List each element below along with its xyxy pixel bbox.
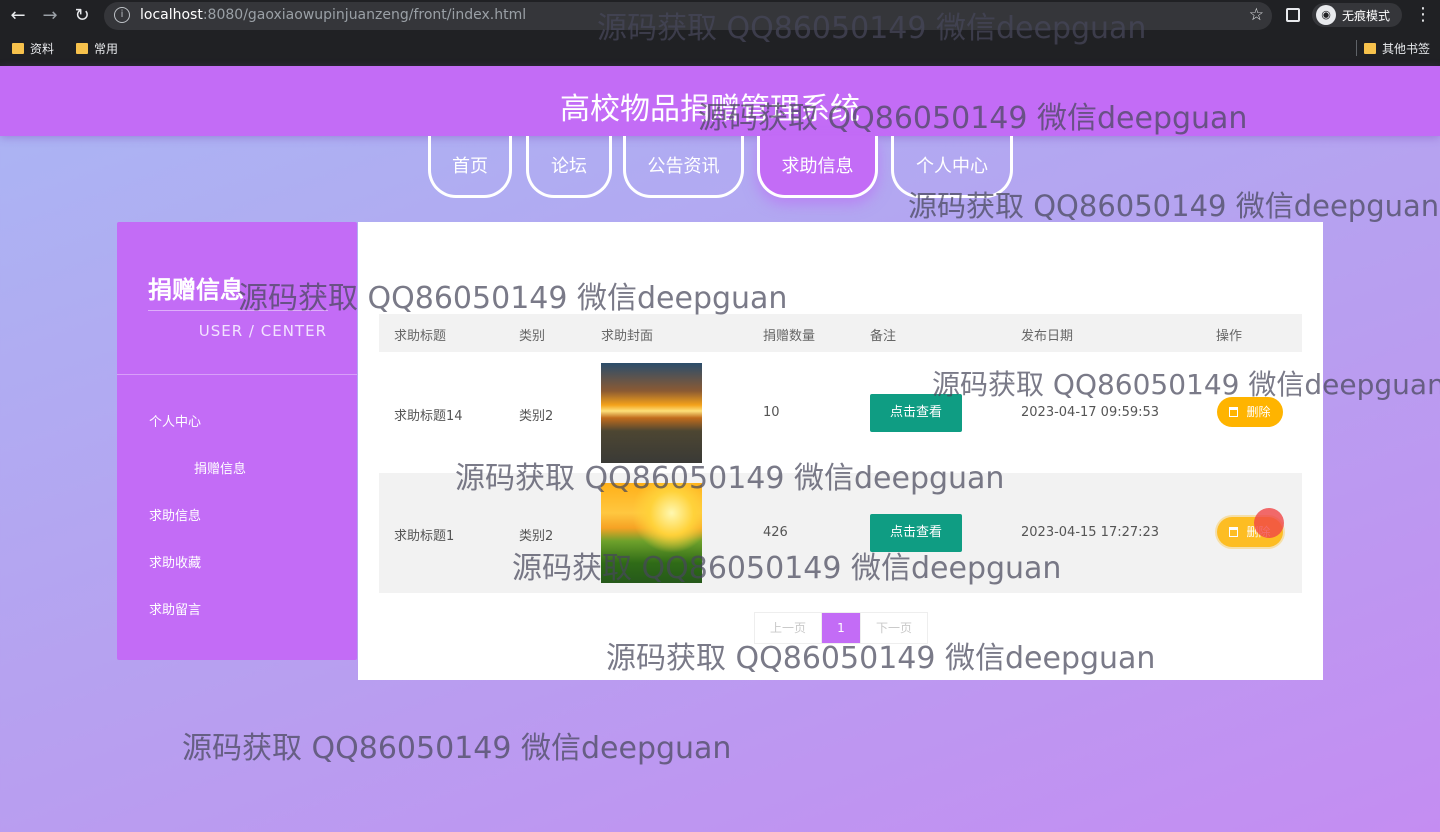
column-header-cover: 求助封面 [601, 329, 654, 344]
tab-news[interactable]: 公告资讯 [623, 136, 744, 198]
bookmark-folder[interactable]: 常用 [76, 40, 118, 57]
sidebar-subtitle: USER / CENTER [198, 322, 327, 340]
sidebar-item-help-messages[interactable]: 求助留言 [149, 599, 201, 618]
sidebar-item-donation-info[interactable]: 捐赠信息 [194, 458, 246, 477]
row-title: 求助标题1 [394, 529, 455, 544]
sidebar-item-user-center[interactable]: 个人中心 [149, 411, 201, 430]
bookmark-star-icon[interactable]: ☆ [1249, 5, 1264, 25]
tab-help-info[interactable]: 求助信息 [757, 136, 878, 198]
incognito-icon: ◉ [1316, 5, 1336, 25]
trash-icon [1229, 407, 1239, 417]
sidebar-item-help-favorites[interactable]: 求助收藏 [149, 552, 201, 571]
forward-icon[interactable]: → [38, 4, 62, 28]
column-header-actions: 操作 [1216, 329, 1243, 344]
cursor-highlight [1254, 508, 1284, 538]
incognito-badge[interactable]: ◉ 无痕模式 [1312, 3, 1403, 27]
side-panel-icon[interactable] [1286, 8, 1300, 22]
folder-icon [1364, 43, 1376, 54]
other-bookmarks[interactable]: 其他书签 [1364, 40, 1430, 57]
divider [117, 374, 357, 375]
sidebar-title: 捐赠信息 [148, 276, 244, 304]
row-category: 类别2 [519, 529, 554, 544]
row-quantity: 10 [763, 405, 780, 420]
watermark: 源码获取 QQ86050149 微信deepguan [908, 189, 1440, 223]
column-header-quantity: 捐赠数量 [763, 329, 816, 344]
bookmark-separator [1356, 40, 1357, 56]
row-category: 类别2 [519, 409, 554, 424]
watermark: 源码获取 QQ86050149 微信deepguan [182, 731, 732, 766]
table-header: 求助标题 类别 求助封面 捐赠数量 备注 发布日期 操作 [379, 314, 1302, 352]
watermark: 源码获取 QQ86050149 微信deepguan [606, 641, 1156, 676]
watermark: 源码获取 QQ86050149 微信deepguan [932, 368, 1440, 401]
cover-image[interactable] [601, 363, 702, 463]
folder-icon [12, 43, 24, 54]
folder-icon [76, 43, 88, 54]
column-header-category: 类别 [519, 329, 546, 344]
bookmark-folder[interactable]: 资料 [12, 40, 54, 57]
watermark: 源码获取 QQ86050149 微信deepguan [455, 461, 1005, 496]
url-text[interactable]: localhost:8080/gaoxiaowupinjuanzeng/fron… [140, 7, 526, 23]
row-quantity: 426 [763, 525, 788, 540]
site-info-icon[interactable]: i [114, 7, 130, 23]
watermark: 源码获取 QQ86050149 微信deepguan [512, 551, 1062, 586]
trash-icon [1229, 527, 1239, 537]
row-date: 2023-04-17 09:59:53 [1021, 405, 1160, 420]
back-icon[interactable]: ← [6, 4, 30, 28]
column-header-title: 求助标题 [394, 329, 447, 344]
row-date: 2023-04-15 17:27:23 [1021, 525, 1160, 540]
watermark: 源码获取 QQ86050149 微信deepguan [698, 101, 1248, 136]
watermark: 源码获取 QQ86050149 微信deepguan [238, 281, 788, 316]
tab-home[interactable]: 首页 [428, 136, 512, 198]
sidebar-item-help-info[interactable]: 求助信息 [149, 505, 201, 524]
column-header-remark: 备注 [870, 329, 897, 344]
tab-forum[interactable]: 论坛 [526, 136, 612, 198]
menu-icon[interactable]: ⋮ [1414, 4, 1432, 25]
row-title: 求助标题14 [394, 409, 463, 424]
column-header-date: 发布日期 [1021, 329, 1074, 344]
watermark: 源码获取 QQ86050149 微信deepguan [597, 11, 1147, 46]
reload-icon[interactable]: ↻ [70, 4, 94, 28]
